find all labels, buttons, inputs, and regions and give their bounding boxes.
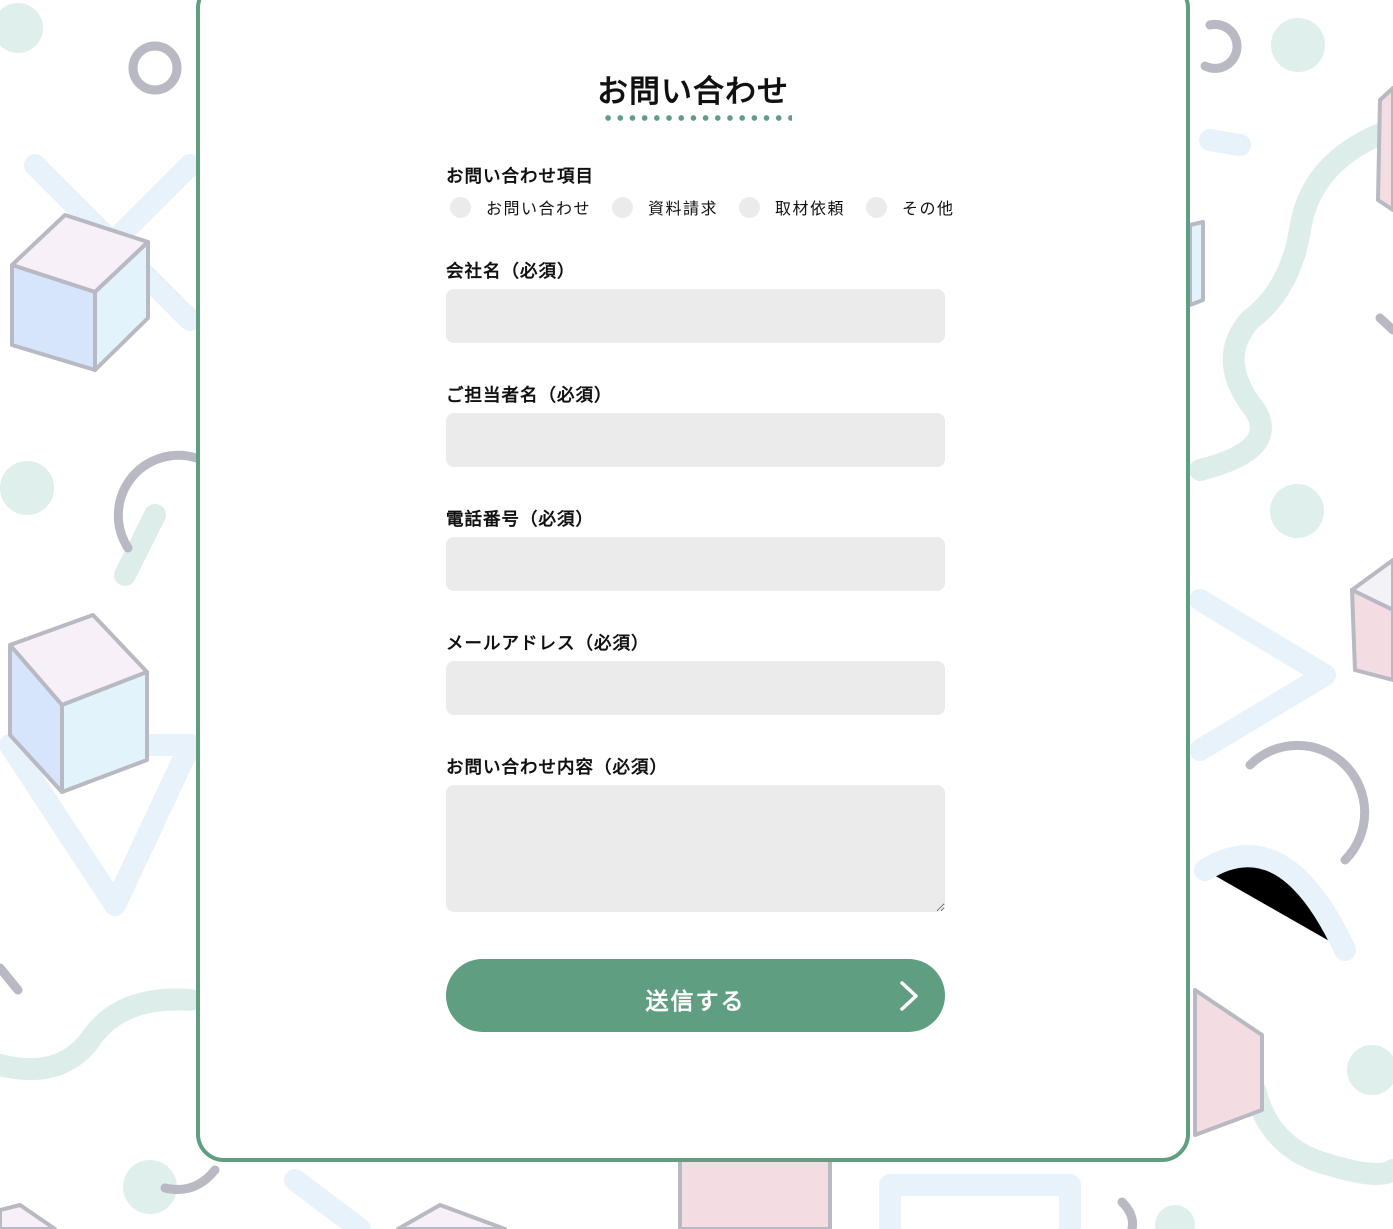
radio-option-inquiry[interactable]: お問い合わせ [450,195,591,219]
contact-person-label: ご担当者名（必須） [446,386,613,406]
chevron-right-icon [900,981,918,1011]
title-dotted-underline [602,115,792,121]
contact-person-input[interactable] [446,413,945,467]
radio-option-interview-request[interactable]: 取材依頼 [739,195,845,219]
submit-button[interactable]: 送信する [446,959,945,1032]
radio-button[interactable] [612,196,634,218]
radio-option-other[interactable]: その他 [866,195,955,219]
submit-button-label: 送信する [645,988,746,1014]
inquiry-type-radio-group: お問い合わせ 資料請求 取材依頼 その他 [450,194,955,220]
radio-label: 資料請求 [648,199,719,218]
radio-label: お問い合わせ [486,199,592,218]
radio-option-document-request[interactable]: 資料請求 [612,195,718,219]
inquiry-type-label: お問い合わせ項目 [446,167,594,187]
radio-button[interactable] [866,196,888,218]
email-label: メールアドレス（必須） [446,634,650,654]
company-name-input[interactable] [446,289,945,343]
phone-number-label: 電話番号（必須） [446,510,594,530]
radio-button[interactable] [739,196,761,218]
message-label: お問い合わせ内容（必須） [446,758,668,778]
contact-form-card: お問い合わせ お問い合わせ項目 お問い合わせ 資料請求 取材依頼 その他 会社名… [196,0,1190,1162]
radio-label: その他 [902,199,955,218]
radio-label: 取材依頼 [775,199,846,218]
page-title: お問い合わせ [597,74,789,110]
email-input[interactable] [446,661,945,715]
company-name-label: 会社名（必須） [446,262,576,282]
message-textarea[interactable] [446,785,945,912]
phone-number-input[interactable] [446,537,945,591]
radio-button[interactable] [450,196,471,218]
